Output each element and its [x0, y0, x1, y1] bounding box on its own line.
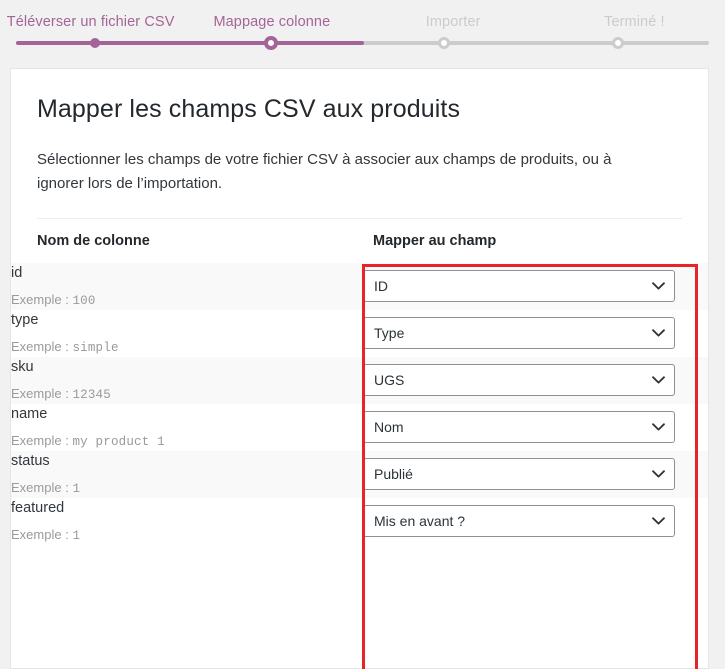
table-header-row: Nom de colonne Mapper au champ: [11, 218, 708, 263]
map-field-cell: ID: [363, 262, 708, 310]
csv-column-cell: id Exemple : 100: [11, 262, 363, 310]
table-row: name Exemple : my product 1 Nom: [11, 404, 708, 451]
chevron-down-icon: [651, 271, 665, 301]
csv-column-cell: type Exemple : simple: [11, 310, 363, 357]
example-prefix: Exemple :: [11, 338, 69, 354]
step-dot-column-mapping[interactable]: [264, 36, 278, 50]
example-prefix: Exemple :: [11, 479, 69, 495]
example-prefix: Exemple :: [11, 385, 69, 401]
step-dot-import: [438, 37, 450, 49]
table-body: id Exemple : 100 ID type Exemple : simpl…: [11, 262, 708, 545]
map-field-select-value: ID: [374, 278, 388, 294]
csv-column-cell: status Exemple : 1: [11, 450, 363, 498]
step-dot-upload[interactable]: [90, 38, 100, 48]
map-field-cell: Publié: [363, 450, 708, 498]
chevron-down-icon: [651, 365, 665, 395]
map-field-select-value: Mis en avant ?: [374, 513, 466, 529]
mapping-card: Mapper les champs CSV aux produits Sélec…: [10, 68, 709, 669]
table-row: id Exemple : 100 ID: [11, 262, 708, 310]
map-field-cell: Mis en avant ?: [363, 498, 708, 545]
csv-column-name: name: [11, 405, 48, 422]
csv-column-name: type: [11, 311, 39, 328]
csv-column-example: Exemple : 12345: [11, 385, 363, 404]
stepper-labels: Téléverser un fichier CSV Mappage colonn…: [0, 13, 725, 31]
table-row: type Exemple : simple Type: [11, 310, 708, 357]
page-description: Sélectionner les champs de votre fichier…: [37, 150, 612, 192]
map-field-select-id[interactable]: ID: [363, 270, 675, 302]
page-title: Mapper les champs CSV aux produits: [37, 95, 461, 123]
column-mapping-table: Nom de colonne Mapper au champ id Exempl…: [11, 218, 708, 545]
example-value: 100: [72, 293, 96, 308]
example-value: my product 1: [72, 434, 165, 449]
map-field-select-value: Nom: [374, 419, 404, 435]
example-value: 1: [72, 528, 81, 543]
stepper-track: [0, 36, 725, 50]
example-prefix: Exemple :: [11, 526, 69, 542]
chevron-down-icon: [651, 318, 665, 348]
map-field-select-value: Publié: [374, 466, 413, 482]
example-prefix: Exemple :: [11, 432, 69, 448]
example-value: 1: [72, 481, 81, 496]
example-value: 12345: [72, 387, 111, 402]
import-stepper: Téléverser un fichier CSV Mappage colonn…: [0, 0, 725, 60]
step-dot-done: [612, 37, 624, 49]
table-head: Nom de colonne Mapper au champ: [11, 218, 708, 263]
csv-column-example: Exemple : simple: [11, 338, 363, 357]
map-field-cell: Nom: [363, 404, 708, 451]
table-row: status Exemple : 1 Publié: [11, 450, 708, 498]
map-field-select-featured[interactable]: Mis en avant ?: [363, 505, 675, 537]
csv-column-name: id: [11, 264, 23, 281]
map-field-cell: Type: [363, 310, 708, 357]
example-value: simple: [72, 340, 119, 355]
csv-column-name: status: [11, 452, 50, 469]
chevron-down-icon: [651, 459, 665, 489]
map-field-select-status[interactable]: Publié: [363, 458, 675, 490]
csv-column-name: featured: [11, 499, 65, 516]
stepper-track-progress: [16, 41, 364, 45]
map-field-select-type[interactable]: Type: [363, 317, 675, 349]
step-label-import: Importer: [425, 14, 481, 30]
chevron-down-icon: [651, 412, 665, 442]
map-field-select-name[interactable]: Nom: [363, 411, 675, 443]
csv-column-cell: name Exemple : my product 1: [11, 404, 363, 451]
example-prefix: Exemple :: [11, 291, 69, 307]
csv-column-name: sku: [11, 358, 34, 375]
table-row: featured Exemple : 1 Mis en avant ?: [11, 498, 708, 545]
step-label-done: Terminé !: [604, 14, 665, 30]
csv-column-example: Exemple : 100: [11, 291, 363, 310]
step-label-upload[interactable]: Téléverser un fichier CSV: [0, 13, 181, 31]
header-column-name: Nom de colonne: [11, 218, 363, 263]
map-field-select-sku[interactable]: UGS: [363, 364, 675, 396]
csv-column-example: Exemple : my product 1: [11, 432, 363, 451]
csv-column-example: Exemple : 1: [11, 526, 363, 545]
step-label-column-mapping[interactable]: Mappage colonne: [181, 13, 362, 31]
header-map-to-field: Mapper au champ: [363, 218, 708, 263]
chevron-down-icon: [651, 506, 665, 536]
csv-column-example: Exemple : 1: [11, 479, 363, 498]
table-row: sku Exemple : 12345 UGS: [11, 356, 708, 404]
map-field-select-value: UGS: [374, 372, 405, 388]
csv-column-cell: sku Exemple : 12345: [11, 356, 363, 404]
map-field-cell: UGS: [363, 356, 708, 404]
card-header: Mapper les champs CSV aux produits Sélec…: [11, 69, 708, 219]
csv-column-cell: featured Exemple : 1: [11, 498, 363, 545]
map-field-select-value: Type: [374, 325, 405, 341]
